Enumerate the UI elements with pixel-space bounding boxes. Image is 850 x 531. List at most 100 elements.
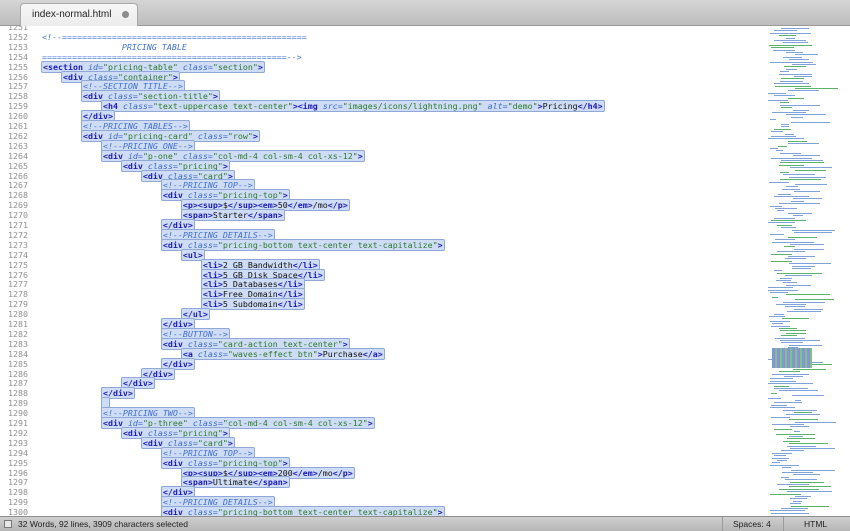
minimap-line bbox=[770, 234, 784, 236]
minimap-line bbox=[788, 256, 815, 257]
minimap-line bbox=[780, 104, 820, 106]
minimap-line bbox=[786, 294, 830, 296]
minimap-line bbox=[782, 318, 809, 320]
minimap-line bbox=[777, 460, 787, 461]
minimap-line bbox=[792, 229, 835, 231]
minimap-line bbox=[785, 133, 794, 135]
minimap-line bbox=[778, 193, 791, 195]
minimap-line bbox=[774, 217, 795, 219]
minimap-line bbox=[787, 438, 815, 440]
line-number: 1255 bbox=[8, 61, 28, 72]
minimap-line bbox=[771, 131, 783, 133]
minimap[interactable] bbox=[756, 26, 850, 516]
minimap-line bbox=[779, 73, 812, 75]
minimap-line bbox=[791, 505, 829, 507]
minimap-line bbox=[791, 121, 830, 123]
minimap-line bbox=[794, 76, 812, 77]
minimap-line bbox=[786, 68, 797, 70]
minimap-line bbox=[771, 220, 806, 221]
minimap-line bbox=[794, 248, 824, 250]
minimap-line bbox=[780, 340, 820, 341]
minimap-line bbox=[790, 503, 801, 505]
minimap-line bbox=[781, 508, 808, 509]
minimap-line bbox=[774, 388, 808, 389]
minimap-line bbox=[774, 128, 791, 130]
minimap-line bbox=[776, 433, 815, 435]
minimap-line bbox=[789, 59, 809, 61]
code-line[interactable]: <div class="pricing-bottom text-center t… bbox=[42, 506, 445, 516]
minimap-line bbox=[770, 61, 813, 63]
minimap-line bbox=[794, 191, 820, 193]
minimap-line bbox=[793, 368, 826, 370]
minimap-line bbox=[768, 397, 781, 399]
status-divider bbox=[783, 517, 784, 531]
minimap-line bbox=[771, 416, 790, 418]
status-divider bbox=[722, 517, 723, 531]
minimap-line bbox=[790, 426, 809, 428]
minimap-line bbox=[785, 306, 805, 308]
tab-close-icon[interactable] bbox=[122, 11, 129, 18]
minimap-line bbox=[792, 268, 811, 269]
code-line[interactable]: <h4 class="text-uppercase text-center"><… bbox=[42, 100, 605, 113]
minimap-line bbox=[768, 138, 804, 140]
minimap-line bbox=[777, 272, 822, 274]
minimap-line bbox=[785, 479, 817, 481]
minimap-line bbox=[792, 64, 816, 65]
minimap-line bbox=[770, 378, 793, 380]
minimap-line bbox=[770, 32, 811, 34]
line-number: 1295 bbox=[8, 457, 28, 468]
minimap-line bbox=[779, 328, 797, 329]
panel-toggle-icon[interactable] bbox=[4, 520, 12, 528]
minimap-highlight bbox=[772, 348, 812, 368]
minimap-line bbox=[783, 174, 815, 176]
minimap-line bbox=[789, 486, 831, 488]
minimap-line bbox=[780, 277, 792, 279]
minimap-line bbox=[776, 150, 783, 152]
minimap-line bbox=[795, 299, 834, 301]
minimap-line bbox=[772, 323, 783, 325]
minimap-line bbox=[768, 92, 786, 94]
minimap-line bbox=[788, 90, 819, 92]
indentation-setting[interactable]: Spaces: 4 bbox=[733, 519, 771, 529]
minimap-line bbox=[782, 467, 791, 469]
minimap-line bbox=[771, 392, 777, 394]
minimap-line bbox=[795, 169, 826, 171]
code-editor[interactable]: 1251 1252 1253 1254 1255 1256 1257 1258 1259 1260… bbox=[0, 26, 756, 516]
minimap-line bbox=[771, 157, 812, 159]
minimap-line bbox=[781, 78, 804, 80]
minimap-line bbox=[792, 395, 824, 397]
minimap-line bbox=[787, 491, 832, 493]
minimap-line bbox=[775, 208, 797, 209]
minimap-line bbox=[790, 498, 807, 500]
minimap-line bbox=[781, 476, 789, 478]
syntax-selector[interactable]: HTML bbox=[804, 519, 827, 529]
minimap-line bbox=[786, 414, 820, 416]
minimap-line bbox=[779, 35, 796, 37]
minimap-line bbox=[791, 116, 803, 118]
minimap-line bbox=[779, 371, 800, 373]
minimap-line bbox=[775, 337, 805, 339]
minimap-line bbox=[772, 112, 806, 113]
tab-bar: index-normal.html bbox=[0, 0, 850, 26]
minimap-line bbox=[768, 383, 813, 385]
minimap-line bbox=[795, 400, 801, 401]
minimap-line bbox=[791, 469, 835, 471]
minimap-line bbox=[783, 42, 808, 44]
minimap-line bbox=[777, 210, 784, 212]
minimap-line bbox=[779, 164, 804, 166]
minimap-line bbox=[770, 119, 776, 121]
minimap-line bbox=[771, 512, 809, 514]
minimap-line bbox=[780, 71, 789, 73]
minimap-line bbox=[785, 275, 812, 277]
minimap-line bbox=[774, 402, 802, 404]
minimap-line bbox=[792, 265, 815, 267]
minimap-line bbox=[783, 282, 797, 284]
minimap-line bbox=[770, 205, 782, 207]
minimap-line bbox=[777, 224, 792, 226]
tab-index-normal[interactable]: index-normal.html bbox=[20, 3, 138, 26]
code-area[interactable]: <!--====================================… bbox=[41, 26, 756, 516]
minimap-line bbox=[787, 311, 821, 313]
minimap-line bbox=[781, 342, 803, 344]
minimap-line bbox=[780, 172, 789, 173]
minimap-line bbox=[772, 462, 780, 464]
